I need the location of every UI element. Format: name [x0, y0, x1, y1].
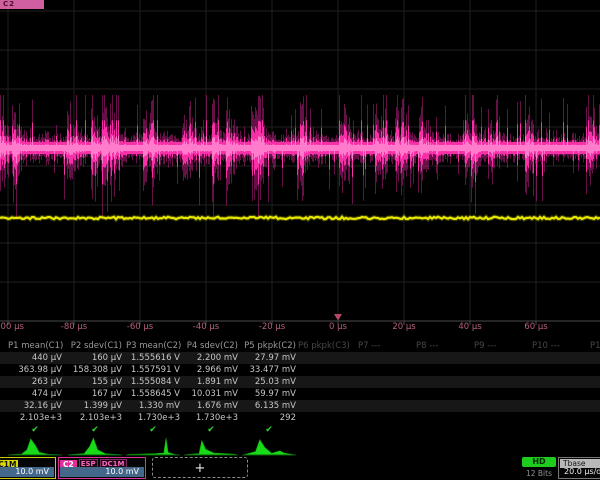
measure-header-dimmed[interactable]: P8 ---	[416, 340, 472, 352]
measure-value: 33.477 mV	[242, 364, 296, 376]
oscilloscope-screen: C2 -100 µs -80 µs -60 µs -40 µs -20 µs 0 µs 20…	[0, 0, 600, 480]
table-row: 440 µV 160 µV 1.555616 V 2.200 mV 27.97 mV	[0, 352, 600, 364]
measure-value: 32.16 µV	[8, 400, 62, 412]
measure-value: 2.103e+3	[8, 412, 62, 424]
x-axis-tick-label: -80 µs	[61, 322, 87, 332]
measure-histicon	[184, 436, 238, 456]
table-row: P1 mean(C1) P2 sdev(C1) P3 mean(C2) P4 sdev…	[0, 340, 600, 352]
trace-annotation-badge: C2	[0, 0, 44, 9]
measure-value: 1.730e+3	[126, 412, 180, 424]
measure-value: 10.031 mV	[184, 388, 238, 400]
x-axis-tick-label: -60 µs	[127, 322, 153, 332]
measure-value: 363.98 µV	[8, 364, 62, 376]
measure-header-p5[interactable]: P5 pkpk(C2)	[242, 340, 296, 352]
x-axis-tick-label: -40 µs	[193, 322, 219, 332]
measure-value: 2.103e+3	[68, 412, 122, 424]
measure-header-dimmed[interactable]: P10 ---	[532, 340, 588, 352]
x-axis-tick-label: 0 µs	[329, 322, 347, 332]
measure-value: 1.557591 V	[126, 364, 180, 376]
x-axis-tick-label: 20 µs	[392, 322, 415, 332]
measure-histicon	[8, 436, 62, 456]
measure-value: 167 µV	[68, 388, 122, 400]
measure-histicon	[126, 436, 180, 456]
x-axis-tick-label: 60 µs	[524, 322, 547, 332]
status-check-icon: ✔	[68, 424, 122, 436]
measure-value: 292	[242, 412, 296, 424]
measure-value: 155 µV	[68, 376, 122, 388]
c1-volts-per-div: 10.0 mV	[0, 467, 54, 477]
measure-value: 1.891 mV	[184, 376, 238, 388]
measure-value: 6.135 mV	[242, 400, 296, 412]
measure-value: 440 µV	[8, 352, 62, 364]
measure-header-p1[interactable]: P1 mean(C1)	[8, 340, 62, 352]
table-row: ✔ ✔ ✔ ✔ ✔	[0, 424, 600, 436]
status-check-icon: ✔	[242, 424, 296, 436]
c2-volts-per-div: 10.0 mV	[60, 467, 144, 477]
table-row: 263 µV 155 µV 1.555084 V 1.891 mV 25.03 mV	[0, 376, 600, 388]
add-trace-button[interactable]: +	[152, 457, 248, 478]
measure-value: 1.555616 V	[126, 352, 180, 364]
table-row: 32.16 µV 1.399 µV 1.330 mV 1.676 mV 6.135 mV	[0, 400, 600, 412]
measure-value: 59.97 mV	[242, 388, 296, 400]
measure-value: 263 µV	[8, 376, 62, 388]
measure-value: 2.966 mV	[184, 364, 238, 376]
measure-value: 1.558645 V	[126, 388, 180, 400]
status-check-icon: ✔	[8, 424, 62, 436]
timebase-descriptor[interactable]: Tbase 20.0 µs/div	[558, 457, 600, 479]
measure-value: 2.200 mV	[184, 352, 238, 364]
measure-header-p2[interactable]: P2 sdev(C1)	[68, 340, 122, 352]
measure-header-dimmed[interactable]: P6 pkpk(C3)	[298, 340, 354, 352]
channel-c2-descriptor[interactable]: C2 ESP DC1M 10.0 mV	[58, 457, 146, 479]
x-axis-tick-label: -100 µs	[0, 322, 24, 332]
x-axis-tick-label: 40 µs	[458, 322, 481, 332]
x-axis-tick-label: -20 µs	[259, 322, 285, 332]
channel-c1-descriptor[interactable]: DC1M 10.0 mV	[0, 457, 56, 479]
measure-header-dimmed[interactable]: P11	[590, 340, 600, 352]
timebase-value: 20.0 µs/div	[560, 467, 600, 477]
measure-value: 27.97 mV	[242, 352, 296, 364]
trigger-position-marker[interactable]	[334, 314, 342, 321]
measure-header-p3[interactable]: P3 mean(C2)	[126, 340, 180, 352]
table-row: 363.98 µV 158.308 µV 1.557591 V 2.966 mV 33.…	[0, 364, 600, 376]
hd-badge: HD	[522, 457, 556, 467]
measure-value: 158.308 µV	[68, 364, 122, 376]
measure-value: 1.555084 V	[126, 376, 180, 388]
measure-histicon	[242, 436, 296, 456]
table-row: 2.103e+3 2.103e+3 1.730e+3 1.730e+3 292	[0, 412, 600, 424]
hd-mode-indicator[interactable]: HD 12 Bits	[522, 457, 556, 479]
measure-value: 1.730e+3	[184, 412, 238, 424]
measure-header-dimmed[interactable]: P7 ---	[358, 340, 414, 352]
measurement-histograms	[0, 436, 600, 456]
measure-value: 25.03 mV	[242, 376, 296, 388]
measure-value: 1.399 µV	[68, 400, 122, 412]
measure-value: 1.330 mV	[126, 400, 180, 412]
measure-header-dimmed[interactable]: P9 ---	[474, 340, 530, 352]
measure-histicon	[68, 436, 122, 456]
status-check-icon: ✔	[126, 424, 180, 436]
table-row: 474 µV 167 µV 1.558645 V 10.031 mV 59.97 mV	[0, 388, 600, 400]
hd-bits-label: 12 Bits	[522, 469, 556, 478]
status-check-icon: ✔	[184, 424, 238, 436]
measure-value: 1.676 mV	[184, 400, 238, 412]
waveform-grid	[0, 0, 600, 334]
descriptor-bar: DC1M 10.0 mV C2 ESP DC1M 10.0 mV + HD 12…	[0, 457, 600, 480]
timebase-axis-labels: -100 µs -80 µs -60 µs -40 µs -20 µs 0 µs 20 µs…	[0, 322, 600, 334]
measurement-table: P1 mean(C1) P2 sdev(C1) P3 mean(C2) P4 sdev…	[0, 340, 600, 436]
measure-value: 160 µV	[68, 352, 122, 364]
measure-value: 474 µV	[8, 388, 62, 400]
measure-header-p4[interactable]: P4 sdev(C2)	[184, 340, 238, 352]
